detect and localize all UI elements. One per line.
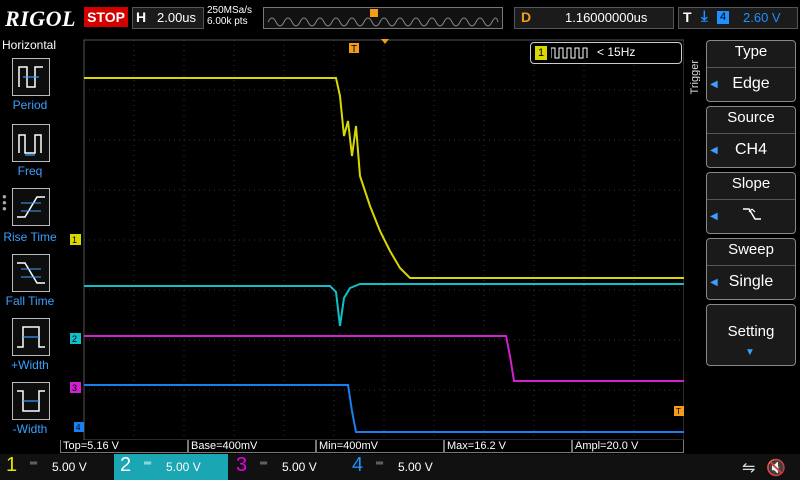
dc-coupling-icon: ═: [144, 458, 152, 469]
trigger-slope-title: Slope: [731, 175, 771, 192]
measurement-base[interactable]: Base=400mV: [188, 440, 316, 453]
submenu-down-arrow-icon: ▼: [745, 347, 755, 358]
measure-menu-panel: Horizontal Period Freq ● ● ● Rise Time Fal…: [0, 36, 60, 440]
dc-coupling-icon: ═: [30, 458, 38, 469]
measurement-top[interactable]: Top=5.16 V: [60, 440, 188, 453]
ch4-offset-label: 4: [76, 423, 81, 432]
trigger-slope-button[interactable]: Slope ◀: [706, 172, 796, 234]
left-arrow-icon: ◀: [710, 211, 718, 222]
ch4-trace: [84, 384, 684, 433]
delay-box[interactable]: D 1.16000000us: [514, 7, 674, 29]
trigger-source-button[interactable]: Source ◀ CH4: [706, 106, 796, 168]
measurement-bar: Top=5.16 V Base=400mV Min=400mV Max=16.2…: [60, 440, 684, 453]
period-icon: [18, 66, 43, 88]
channel-status-bar: 1 ═ 5.00 V 2 ═ 5.00 V 3 ═ 5.00 V 4 ═ 5.0…: [0, 454, 800, 480]
brand-logo: RIGOL: [5, 6, 76, 31]
channel-2-scale: 5.00 V: [166, 460, 201, 474]
timebase-value: 2.00us: [157, 10, 197, 25]
center-time-marker: [381, 39, 389, 44]
ch3-trace: [84, 335, 684, 382]
rise-time-button[interactable]: [12, 188, 50, 226]
falling-slope-icon: [743, 208, 761, 220]
delay-value: 1.16000000us: [565, 10, 648, 25]
delay-label: D: [521, 9, 532, 25]
measurement-max[interactable]: Max=16.2 V: [444, 440, 572, 453]
trigger-source-title: Source: [727, 109, 775, 126]
trigger-level-label: T: [676, 407, 681, 416]
pulse-icon: [551, 47, 588, 59]
negative-width-icon: [17, 390, 45, 412]
usb-icon: ⇋: [742, 460, 756, 477]
freq-icon: [18, 134, 42, 156]
trigger-level: 2.60 V: [743, 10, 781, 25]
ch3-offset-label: 3: [72, 383, 77, 393]
period-label: Period: [12, 98, 48, 112]
ch1-trace: [84, 77, 740, 279]
speaker-muted-icon[interactable]: 🔇: [766, 458, 786, 478]
measurement-min[interactable]: Min=400mV: [316, 440, 444, 453]
channel-3-status[interactable]: 3 ═ 5.00 V: [230, 454, 344, 480]
measure-menu-title: Horizontal: [2, 38, 57, 52]
horizontal-timebase-box[interactable]: H 2.00us: [132, 7, 204, 29]
channel-1-scale: 5.00 V: [52, 460, 87, 474]
channel-1-status[interactable]: 1 ═ 5.00 V: [0, 454, 114, 480]
channel-1-number: 1: [6, 454, 18, 476]
trigger-sweep-value: Single: [728, 273, 774, 290]
negative-width-label: -Width: [12, 422, 48, 436]
dc-coupling-icon: ═: [260, 458, 268, 469]
rise-time-icon: [17, 196, 45, 218]
period-button[interactable]: [12, 58, 50, 96]
sample-rate: 250MSa/s: [207, 5, 253, 16]
fall-time-button[interactable]: [12, 254, 50, 292]
trigger-source-value: CH4: [734, 141, 767, 158]
memory-depth: 6.00k pts: [207, 16, 248, 27]
fall-time-icon: [17, 262, 45, 284]
measurement-ampl[interactable]: Ampl=20.0 V: [572, 440, 684, 453]
trigger-setting-button[interactable]: Setting ▼: [706, 304, 796, 366]
falling-edge-icon: ⤓: [701, 8, 708, 25]
sample-rate-info: 250MSa/s 6.00k pts: [207, 5, 252, 27]
channel-4-scale: 5.00 V: [398, 460, 433, 474]
ch2-offset-label: 2: [72, 334, 77, 344]
trigger-type-title: Type: [734, 43, 768, 60]
positive-width-icon: [17, 326, 45, 348]
dc-coupling-icon: ═: [376, 458, 384, 469]
freq-button[interactable]: [12, 124, 50, 162]
ch1-offset-label: 1: [72, 235, 77, 245]
fall-time-label: Fall Time: [5, 294, 55, 308]
positive-width-label: +Width: [11, 358, 49, 372]
trigger-status-box[interactable]: T ⤓ 4 2.60 V: [678, 7, 798, 29]
memory-overview-strip: [263, 7, 503, 29]
top-status-bar: RIGOL STOP H 2.00us 250MSa/s 6.00k pts D…: [0, 0, 800, 36]
channel-4-number: 4: [352, 454, 364, 476]
channel-3-scale: 5.00 V: [282, 460, 317, 474]
freq-label: Freq: [17, 164, 43, 178]
rise-time-label: Rise Time: [3, 230, 57, 244]
freq-value: < 15Hz: [597, 45, 636, 59]
run-stop-indicator[interactable]: STOP: [84, 7, 128, 27]
channel-2-number: 2: [120, 454, 132, 476]
channel-3-number: 3: [236, 454, 248, 476]
positive-width-button[interactable]: [12, 318, 50, 356]
trigger-channel-badge: 4: [717, 11, 729, 24]
horizontal-label: H: [136, 9, 147, 25]
trigger-setting-title: Setting: [727, 323, 775, 340]
channel-4-status[interactable]: 4 ═ 5.00 V: [346, 454, 460, 480]
trigger-time-marker-label: T: [351, 44, 357, 55]
menu-scroll-indicator: ● ● ●: [2, 192, 7, 213]
negative-width-button[interactable]: [12, 382, 50, 420]
trigger-menu-panel: Type ◀ Edge Source ◀ CH4 Slope ◀ Sweep ◀…: [700, 36, 800, 440]
trigger-label: T: [683, 9, 692, 25]
waveform-canvas: T 1 2 3 4 T: [70, 39, 740, 441]
waveform-display[interactable]: T 1 2 3 4 T 1 < 15Hz: [60, 36, 740, 441]
memory-waveform-overview: [267, 9, 499, 27]
trigger-type-button[interactable]: Type ◀ Edge: [706, 40, 796, 102]
channel-2-status[interactable]: 2 ═ 5.00 V: [114, 454, 228, 480]
trigger-sweep-title: Sweep: [728, 241, 774, 258]
trigger-sweep-button[interactable]: Sweep ◀ Single: [706, 238, 796, 300]
freq-channel-badge: 1: [535, 46, 547, 60]
trigger-position-marker: [370, 9, 378, 17]
frequency-counter-badge: 1 < 15Hz: [530, 42, 682, 64]
trigger-type-value: Edge: [732, 75, 770, 92]
